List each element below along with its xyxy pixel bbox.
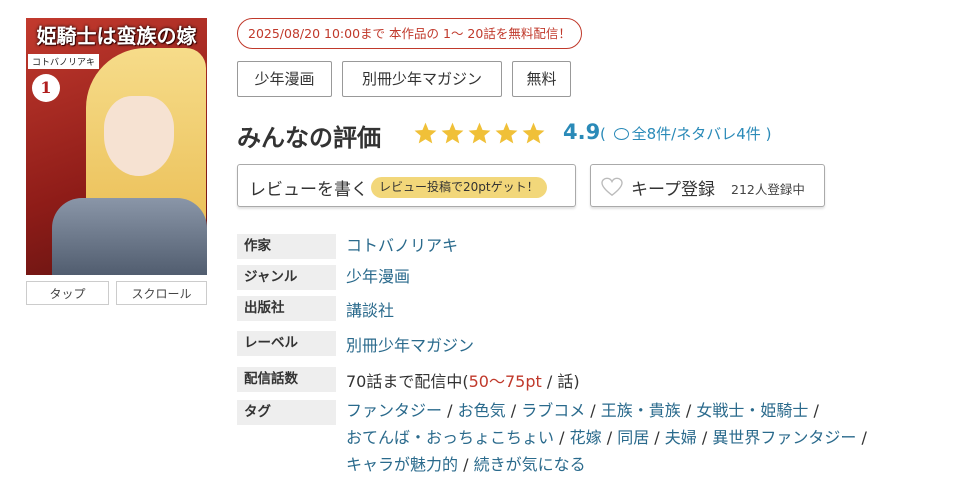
- tag-link[interactable]: 続きが気になる: [474, 455, 586, 474]
- tag-link[interactable]: 女戦士・姫騎士: [696, 401, 808, 420]
- detail-author-link[interactable]: コトバノリアキ: [346, 232, 458, 256]
- star-icon: [441, 122, 464, 144]
- tag-link[interactable]: 異世界ファンタジー: [712, 428, 856, 447]
- cover-author: コトバノリアキ: [28, 54, 100, 69]
- counts-close-paren: ): [765, 125, 772, 143]
- tag-line-2: おてんば・おっちょこちょい / 花嫁 / 同居 / 夫婦 / 異世界ファンタジー…: [346, 428, 867, 447]
- detail-genre-link[interactable]: 少年漫画: [346, 263, 410, 287]
- write-review-button[interactable]: レビューを書く レビュー投稿で20ptゲット！: [237, 164, 576, 207]
- tag-button-bessatsu[interactable]: 別冊少年マガジン: [342, 61, 502, 97]
- detail-label-episodes: 配信話数: [237, 367, 336, 392]
- cover-image[interactable]: 姫騎士は蛮族の嫁 コトバノリアキ 1: [26, 18, 207, 275]
- detail-label-link[interactable]: 別冊少年マガジン: [346, 332, 474, 356]
- rating-heading: みんなの評価: [237, 124, 381, 152]
- cover-title: 姫騎士は蛮族の嫁: [36, 24, 197, 48]
- detail-publisher-link[interactable]: 講談社: [346, 297, 394, 321]
- review-count-link[interactable]: ( 全8件/ネタバレ4件 ): [600, 123, 771, 144]
- tag-link[interactable]: 花嫁: [570, 428, 602, 447]
- heart-icon: [601, 177, 623, 197]
- episodes-suffix: / 話): [541, 372, 580, 391]
- star-icon: [495, 122, 518, 144]
- tag-link[interactable]: お色気: [458, 401, 506, 420]
- detail-label-genre: ジャンル: [237, 265, 336, 290]
- tag-line-3: キャラが魅力的 / 続きが気になる: [346, 455, 586, 474]
- tag-button-free[interactable]: 無料: [512, 61, 571, 97]
- counts-open-paren: (: [600, 125, 606, 143]
- star-icon: [468, 122, 491, 144]
- rating-score: 4.9: [563, 120, 601, 144]
- keep-label: キープ登録: [631, 180, 715, 200]
- detail-episodes-value: 70話まで配信中(50～75pt / 話): [346, 368, 580, 392]
- tag-button-shonen[interactable]: 少年漫画: [237, 61, 332, 97]
- episodes-pt: 50～75pt: [468, 372, 542, 391]
- review-count-text: 全8件/ネタバレ4件: [631, 125, 761, 143]
- cover-art-armor: [52, 198, 207, 275]
- view-tap-button[interactable]: タップ: [26, 281, 109, 305]
- free-notice: 2025/08/20 10:00まで 本作品の 1～ 20話を無料配信！: [237, 18, 582, 49]
- detail-label-publisher: 出版社: [237, 296, 336, 321]
- star-icon: [414, 122, 437, 144]
- tag-link[interactable]: 夫婦: [665, 428, 697, 447]
- review-point-badge: レビュー投稿で20ptゲット！: [371, 177, 547, 198]
- comment-icon: [613, 128, 629, 140]
- keep-count: 212人登録中: [731, 182, 805, 197]
- tag-link[interactable]: 同居: [617, 428, 649, 447]
- detail-label-tags: タグ: [237, 400, 336, 425]
- detail-label-author: 作家: [237, 234, 336, 259]
- write-review-label: レビューを書く: [249, 180, 368, 200]
- tag-link[interactable]: ファンタジー: [346, 401, 442, 420]
- tag-link[interactable]: キャラが魅力的: [346, 455, 458, 474]
- view-scroll-button[interactable]: スクロール: [116, 281, 207, 305]
- tag-line-1: ファンタジー / お色気 / ラブコメ / 王族・貴族 / 女戦士・姫騎士 /: [346, 401, 819, 420]
- cover-art-face: [104, 96, 174, 176]
- keep-button[interactable]: キープ登録 212人登録中: [590, 164, 825, 207]
- rating-stars: [413, 121, 548, 146]
- detail-label-label: レーベル: [237, 331, 336, 356]
- tag-link[interactable]: ラブコメ: [521, 401, 585, 420]
- tag-link[interactable]: 王族・貴族: [601, 401, 681, 420]
- episodes-prefix: 70話まで配信中(: [346, 372, 469, 391]
- tag-link[interactable]: おてんば・おっちょこちょい: [346, 428, 554, 447]
- star-icon: [522, 122, 545, 144]
- cover-volume: 1: [32, 74, 60, 102]
